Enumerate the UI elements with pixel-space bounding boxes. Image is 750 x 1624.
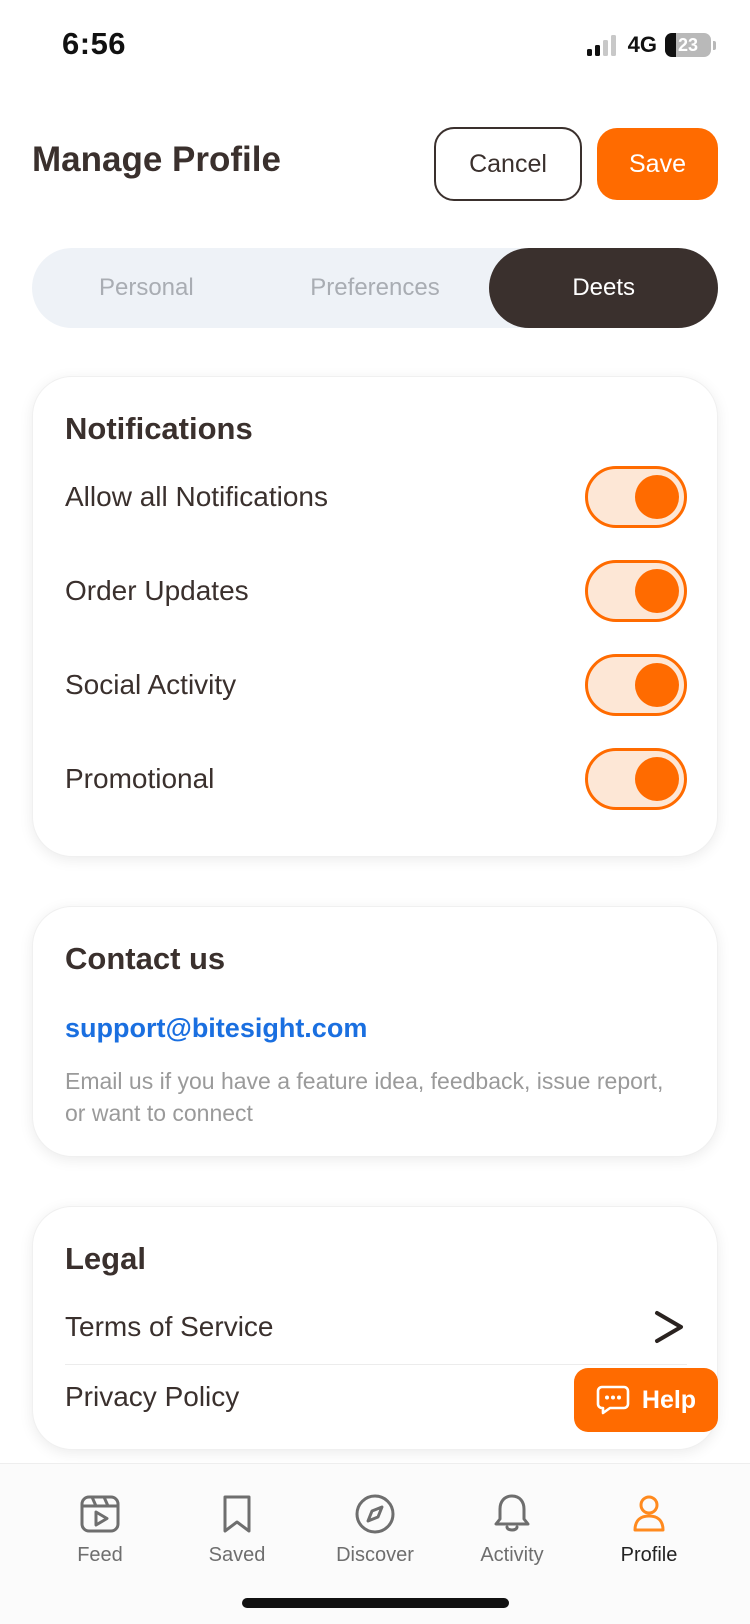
battery-level: 23 bbox=[677, 34, 699, 55]
page-title: Manage Profile bbox=[32, 140, 281, 179]
notification-label: Order Updates bbox=[65, 575, 249, 606]
nav-label: Saved bbox=[208, 1544, 266, 1566]
support-email-link[interactable]: support@bitesight.com bbox=[65, 1013, 367, 1044]
status-time: 6:56 bbox=[62, 26, 127, 61]
bookmark-icon bbox=[223, 1495, 251, 1533]
notification-row-promotional: Promotional bbox=[65, 747, 687, 811]
save-button[interactable]: Save bbox=[597, 128, 718, 200]
battery-tip bbox=[713, 40, 716, 50]
notification-label: Allow all Notifications bbox=[65, 481, 328, 512]
nav-item-feed[interactable]: Feed bbox=[35, 1492, 165, 1567]
contact-title: Contact us bbox=[65, 941, 226, 976]
allow-all-notifications-toggle[interactable] bbox=[585, 466, 687, 528]
tab-deets[interactable]: Deets bbox=[489, 248, 719, 328]
legal-item-label: Privacy Policy bbox=[65, 1381, 240, 1412]
nav-label: Feed bbox=[77, 1544, 123, 1566]
nav-item-discover[interactable]: Discover bbox=[310, 1492, 440, 1567]
toggle-knob bbox=[635, 569, 679, 613]
bell-icon bbox=[494, 1494, 530, 1532]
battery-icon: 23 bbox=[665, 33, 711, 57]
signal-icon bbox=[586, 34, 616, 56]
status-indicators: 4G 23 bbox=[586, 32, 716, 58]
nav-item-saved[interactable]: Saved bbox=[172, 1492, 302, 1567]
contact-description: Email us if you have a feature idea, fee… bbox=[65, 1068, 664, 1126]
nav-item-profile[interactable]: Profile bbox=[584, 1492, 714, 1567]
chat-bubble-icon bbox=[596, 1385, 630, 1415]
notifications-card: Notifications Allow all Notifications Or… bbox=[32, 376, 718, 857]
home-indicator bbox=[242, 1598, 509, 1608]
manage-profile-screen: 6:56 4G 23 Manage Profile Cancel Save Pe… bbox=[0, 0, 750, 1624]
nav-label: Profile bbox=[620, 1544, 678, 1566]
chevron-right-icon bbox=[655, 1311, 683, 1343]
notification-row-social-activity: Social Activity bbox=[65, 653, 687, 717]
compass-icon bbox=[355, 1494, 395, 1534]
legal-title: Legal bbox=[65, 1241, 146, 1276]
promotional-toggle[interactable] bbox=[585, 748, 687, 810]
tab-preferences[interactable]: Preferences bbox=[261, 248, 490, 328]
profile-icon bbox=[633, 1495, 665, 1532]
contact-card: Contact us support@bitesight.com Email u… bbox=[32, 906, 718, 1157]
help-button[interactable]: Help bbox=[574, 1368, 718, 1432]
order-updates-toggle[interactable] bbox=[585, 560, 687, 622]
help-label: Help bbox=[641, 1385, 697, 1414]
social-activity-toggle[interactable] bbox=[585, 654, 687, 716]
status-bar: 6:56 4G 23 bbox=[0, 0, 750, 90]
terms-of-service-row[interactable]: Terms of Service bbox=[65, 1295, 687, 1359]
network-type: 4G bbox=[627, 32, 657, 57]
feed-icon bbox=[80, 1495, 120, 1533]
profile-tabs: Personal Preferences Deets bbox=[32, 248, 719, 328]
tab-personal[interactable]: Personal bbox=[32, 248, 261, 328]
notification-row-order-updates: Order Updates bbox=[65, 559, 687, 623]
toggle-knob bbox=[635, 475, 679, 519]
nav-label: Activity bbox=[480, 1544, 544, 1566]
nav-item-activity[interactable]: Activity bbox=[447, 1492, 577, 1567]
notifications-title: Notifications bbox=[65, 411, 253, 446]
notification-label: Social Activity bbox=[65, 669, 237, 700]
toggle-knob bbox=[635, 663, 679, 707]
notification-label: Promotional bbox=[65, 763, 215, 794]
notification-row-allow-all: Allow all Notifications bbox=[65, 465, 687, 529]
legal-item-label: Terms of Service bbox=[65, 1311, 274, 1342]
cancel-button[interactable]: Cancel bbox=[434, 127, 582, 201]
nav-label: Discover bbox=[336, 1544, 414, 1566]
toggle-knob bbox=[635, 757, 679, 801]
